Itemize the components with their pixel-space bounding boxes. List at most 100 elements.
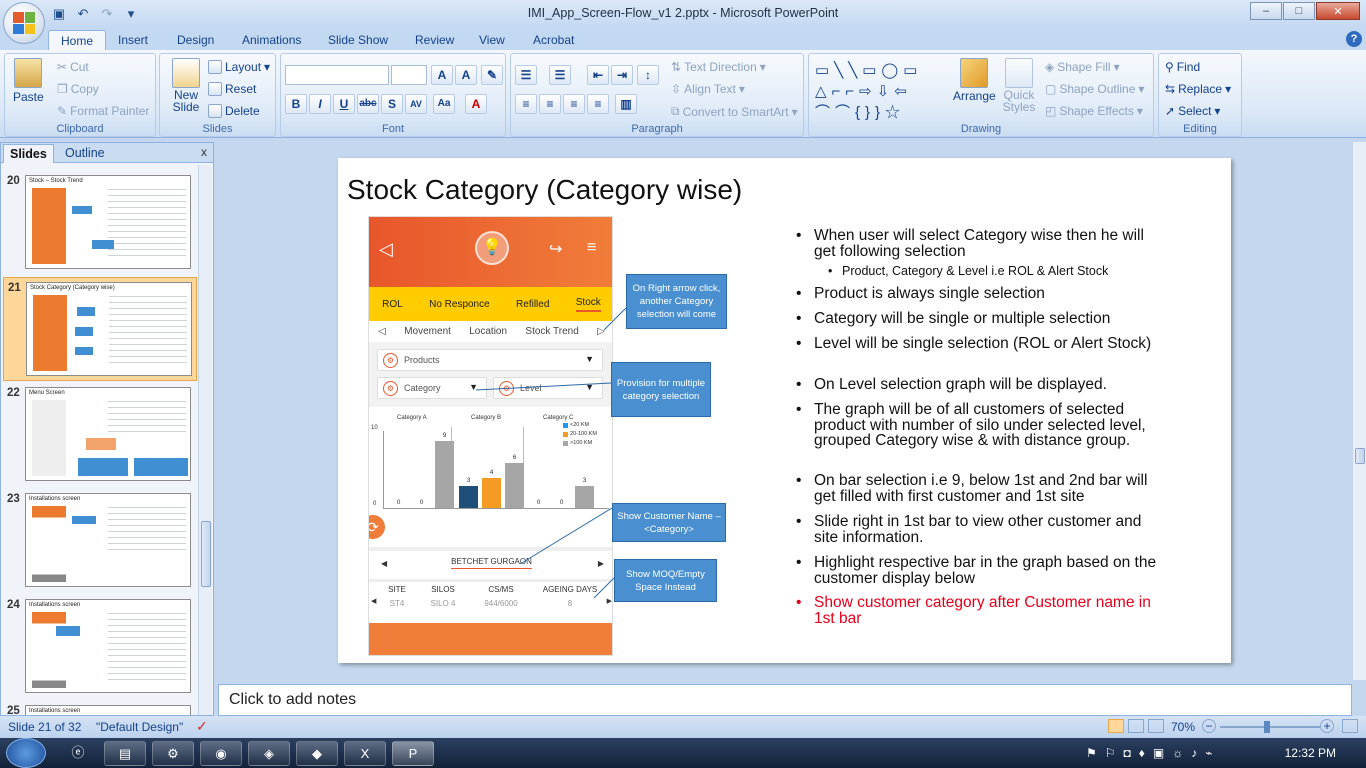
zoom-in-icon[interactable]: + <box>1320 719 1334 733</box>
spellcheck-icon[interactable]: ✓ <box>196 718 208 735</box>
shape-effects-button[interactable]: ◰ Shape Effects ▾ <box>1045 104 1143 118</box>
shadow-button[interactable]: S <box>381 94 403 114</box>
close-button[interactable]: ✕ <box>1316 2 1360 20</box>
callout-right-arrow[interactable]: On Right arrow click, another Category s… <box>626 274 727 329</box>
scrollbar-thumb[interactable] <box>201 521 211 587</box>
increase-indent-button[interactable]: ⇥ <box>611 65 633 85</box>
app-icon[interactable]: ◆ <box>296 741 338 766</box>
app-icon[interactable]: ⚙ <box>152 741 194 766</box>
tab-design[interactable]: Design <box>177 30 214 50</box>
bullet-dot: • <box>796 285 802 302</box>
bullets-button[interactable]: ☰ <box>515 65 537 85</box>
bar-value-label: 3 <box>582 476 587 484</box>
align-left-button[interactable]: ≡ <box>515 94 537 114</box>
zoom-level[interactable]: 70% <box>1171 720 1195 734</box>
strikethrough-button[interactable]: abc <box>357 94 379 114</box>
slide-thumbnail-20[interactable]: 20 Stock – Stock Trend <box>3 171 197 275</box>
shape-outline-button[interactable]: ▢ Shape Outline ▾ <box>1045 82 1144 96</box>
slide-thumbnail-23[interactable]: 23 Installations screen <box>3 489 197 593</box>
minimize-button[interactable]: – <box>1250 2 1282 20</box>
replace-button[interactable]: ⇆ Replace ▾ <box>1165 82 1231 96</box>
slide-thumbnail-22[interactable]: 22 Menu Screen <box>3 383 197 487</box>
help-icon[interactable]: ? <box>1346 31 1362 47</box>
slide-thumbnail-25[interactable]: 25 Installations screen <box>3 701 197 715</box>
tab-slides[interactable]: Slides <box>3 144 54 163</box>
paste-button[interactable]: Paste <box>13 58 44 104</box>
slide-sorter-icon[interactable] <box>1128 719 1144 733</box>
align-center-button[interactable]: ≡ <box>539 94 561 114</box>
copy-button[interactable]: ❐ Copy <box>57 82 99 96</box>
columns-button[interactable]: ▥ <box>615 94 637 114</box>
font-size-field[interactable] <box>391 65 427 85</box>
ie-icon[interactable]: ⓔ <box>60 741 96 766</box>
excel-icon[interactable]: X <box>344 741 386 766</box>
align-right-button[interactable]: ≡ <box>563 94 585 114</box>
zoom-slider-thumb[interactable] <box>1264 721 1270 733</box>
quick-styles-button[interactable]: Quick Styles <box>1001 58 1037 113</box>
maximize-button[interactable]: □ <box>1283 2 1315 20</box>
format-painter-button[interactable]: ✎ Format Painter <box>57 104 149 118</box>
slide-thumbnail-21[interactable]: 21 Stock Category (Category wise) <box>3 277 197 381</box>
justify-button[interactable]: ≡ <box>587 94 609 114</box>
change-case-button[interactable]: Aa <box>433 94 455 114</box>
tab-outline[interactable]: Outline <box>59 144 111 163</box>
character-spacing-button[interactable]: AV <box>405 94 427 114</box>
tab-insert[interactable]: Insert <box>118 30 148 50</box>
tab-no-responce: No Responce <box>429 298 490 310</box>
normal-view-icon[interactable] <box>1108 719 1124 733</box>
tab-animations[interactable]: Animations <box>242 30 301 50</box>
explorer-icon[interactable]: ▤ <box>104 741 146 766</box>
fit-to-window-icon[interactable] <box>1342 719 1358 733</box>
close-pane-icon[interactable]: x <box>201 145 207 159</box>
slide-scrollbar[interactable] <box>1352 142 1366 680</box>
tab-home[interactable]: Home <box>48 30 107 50</box>
numbering-button[interactable]: ☰ <box>549 65 571 85</box>
tab-view[interactable]: View <box>479 30 505 50</box>
select-button[interactable]: ➚ Select ▾ <box>1165 104 1220 118</box>
slide-thumbnail-24[interactable]: 24 Installations screen <box>3 595 197 699</box>
font-color-button[interactable]: A <box>465 94 487 114</box>
reset-button[interactable]: Reset <box>208 82 256 96</box>
font-name-field[interactable] <box>285 65 389 85</box>
callout-customer-name[interactable]: Show Customer Name –<Category> <box>612 503 726 542</box>
text-direction-button[interactable]: ⇅ Text Direction ▾ <box>671 60 766 74</box>
app-icon[interactable]: ◈ <box>248 741 290 766</box>
find-button[interactable]: ⚲ Find <box>1165 60 1200 74</box>
tab-acrobat[interactable]: Acrobat <box>533 30 574 50</box>
start-button[interactable] <box>6 738 46 768</box>
office-button[interactable] <box>3 2 45 44</box>
slide[interactable]: Stock Category (Category wise) ◁ 💡 ↪ ≡ R… <box>338 158 1231 663</box>
underline-button[interactable]: U <box>333 94 355 114</box>
bar-value-label: 0 <box>419 499 424 506</box>
cut-button[interactable]: ✂ Cut <box>57 60 89 74</box>
callout-multiple-selection[interactable]: Provision for multiple category selectio… <box>611 362 711 417</box>
decrease-indent-button[interactable]: ⇤ <box>587 65 609 85</box>
delete-button[interactable]: Delete <box>208 104 260 118</box>
system-tray-icons[interactable]: ⚑⚐◘♦▣☼♪⌁ <box>1086 746 1220 760</box>
chrome-icon[interactable]: ◉ <box>200 741 242 766</box>
shrink-font-button[interactable]: A <box>455 65 477 85</box>
pane-scrollbar[interactable] <box>198 165 212 715</box>
clear-formatting-button[interactable]: ✎ <box>481 65 503 85</box>
grow-font-button[interactable]: A <box>431 65 453 85</box>
shapes-gallery[interactable]: ▭╲╲▭◯▭ △⌐⌐⇨⇩⇦ ⌒⌒{}}☆ <box>815 60 941 121</box>
layout-button[interactable]: Layout ▾ <box>208 60 270 74</box>
scrollbar-thumb[interactable] <box>1355 448 1365 464</box>
italic-button[interactable]: I <box>309 94 331 114</box>
zoom-slider[interactable] <box>1220 726 1320 728</box>
tab-review[interactable]: Review <box>415 30 454 50</box>
arrange-button[interactable]: Arrange <box>953 58 996 103</box>
bold-button[interactable]: B <box>285 94 307 114</box>
line-spacing-button[interactable]: ↕ <box>637 65 659 85</box>
zoom-out-icon[interactable]: − <box>1202 719 1216 733</box>
shape-fill-button[interactable]: ◈ Shape Fill ▾ <box>1045 60 1120 74</box>
convert-smartart-button[interactable]: ⧉ Convert to SmartArt ▾ <box>671 104 798 119</box>
slide-title[interactable]: Stock Category (Category wise) <box>347 174 742 206</box>
tab-slide-show[interactable]: Slide Show <box>328 30 388 50</box>
powerpoint-icon[interactable]: P <box>392 741 434 766</box>
callout-moq[interactable]: Show MOQ/Empty Space Instead <box>614 559 717 602</box>
new-slide-button[interactable]: New Slide <box>167 58 205 113</box>
align-text-button[interactable]: ⇳ Align Text ▾ <box>671 82 745 96</box>
notes-pane[interactable]: Click to add notes <box>218 684 1352 716</box>
slideshow-icon[interactable] <box>1148 719 1164 733</box>
